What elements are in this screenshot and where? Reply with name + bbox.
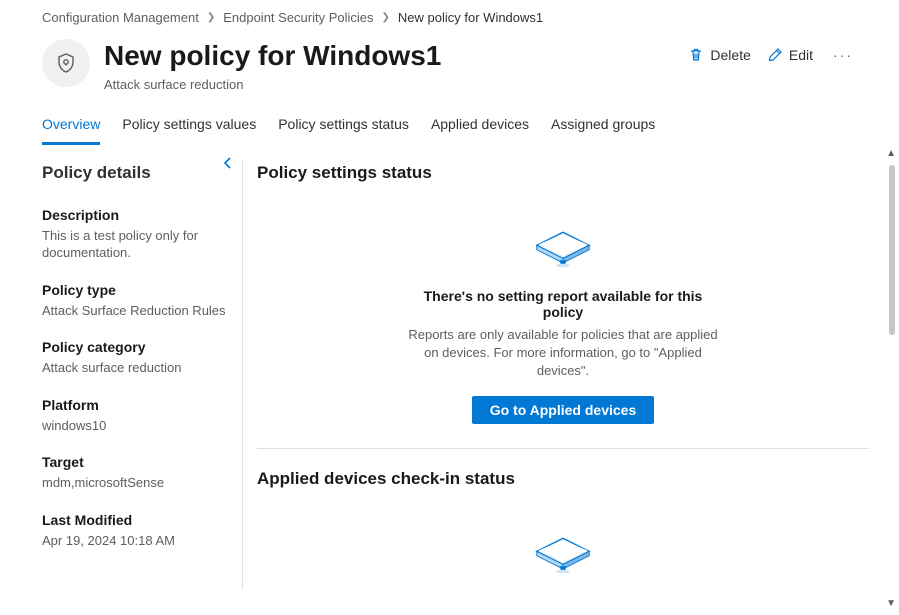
empty-state-devices: There's no device report available for t… (403, 517, 723, 589)
policy-details-heading: Policy details (42, 163, 232, 183)
detail-label: Policy type (42, 282, 232, 298)
tab-settings-values[interactable]: Policy settings values (122, 116, 256, 145)
scrollbar-thumb[interactable] (889, 165, 895, 335)
detail-label: Last Modified (42, 512, 232, 528)
edit-button[interactable]: Edit (767, 47, 813, 63)
delete-label: Delete (710, 47, 750, 63)
empty-title: There's no setting report available for … (403, 288, 723, 320)
detail-value: This is a test policy only for documenta… (42, 227, 232, 262)
tab-applied-devices[interactable]: Applied devices (431, 116, 529, 145)
detail-value: Apr 19, 2024 10:18 AM (42, 532, 232, 550)
detail-value: windows10 (42, 417, 232, 435)
scroll-down-arrow[interactable]: ▼ (886, 598, 896, 609)
breadcrumb: Configuration Management ❯ Endpoint Secu… (0, 0, 899, 29)
delete-button[interactable]: Delete (688, 47, 750, 63)
section-divider (257, 448, 869, 449)
breadcrumb-config-mgmt[interactable]: Configuration Management (42, 10, 199, 25)
tab-assigned-groups[interactable]: Assigned groups (551, 116, 655, 145)
more-actions-button[interactable]: ··· (829, 47, 857, 63)
section-policy-settings-status: Policy settings status There's no settin… (257, 163, 869, 425)
pencil-icon (767, 47, 783, 63)
detail-value: Attack surface reduction (42, 359, 232, 377)
main-content: Policy settings status There's no settin… (257, 145, 899, 590)
empty-message: Reports are only available for policies … (403, 326, 723, 381)
detail-label: Platform (42, 397, 232, 413)
detail-value: Attack Surface Reduction Rules (42, 302, 232, 320)
section-title: Policy settings status (257, 163, 869, 183)
collapse-panel-button[interactable] (220, 155, 236, 171)
empty-state-settings: There's no setting report available for … (403, 211, 723, 425)
chevron-right-icon: ❯ (207, 12, 215, 23)
detail-value: mdm,microsoftSense (42, 474, 232, 492)
detail-platform: Platform windows10 (42, 397, 232, 435)
policy-shield-icon (42, 39, 90, 87)
detail-last-modified: Last Modified Apr 19, 2024 10:18 AM (42, 512, 232, 550)
section-applied-devices-checkin: Applied devices check-in status There's … (257, 469, 869, 589)
breadcrumb-current: New policy for Windows1 (398, 10, 543, 25)
detail-target: Target mdm,microsoftSense (42, 454, 232, 492)
vertical-divider (242, 159, 243, 590)
scroll-up-arrow[interactable]: ▲ (886, 148, 896, 159)
tab-overview[interactable]: Overview (42, 116, 100, 145)
detail-label: Policy category (42, 339, 232, 355)
detail-label: Description (42, 207, 232, 223)
chevron-right-icon: ❯ (382, 12, 390, 23)
detail-label: Target (42, 454, 232, 470)
page-title: New policy for Windows1 (104, 39, 674, 73)
detail-description: Description This is a test policy only f… (42, 207, 232, 262)
edit-label: Edit (789, 47, 813, 63)
monitor-icon (528, 517, 598, 577)
page-subtitle: Attack surface reduction (104, 77, 674, 92)
trash-icon (688, 47, 704, 63)
breadcrumb-endpoint-policies[interactable]: Endpoint Security Policies (223, 10, 373, 25)
section-title: Applied devices check-in status (257, 469, 869, 489)
monitor-icon (528, 211, 598, 271)
tab-settings-status[interactable]: Policy settings status (278, 116, 409, 145)
detail-policy-category: Policy category Attack surface reduction (42, 339, 232, 377)
page-header: New policy for Windows1 Attack surface r… (0, 29, 899, 92)
tabs: Overview Policy settings values Policy s… (0, 92, 899, 145)
go-to-applied-devices-button[interactable]: Go to Applied devices (472, 396, 655, 424)
detail-policy-type: Policy type Attack Surface Reduction Rul… (42, 282, 232, 320)
policy-details-panel: Policy details Description This is a tes… (42, 145, 242, 590)
